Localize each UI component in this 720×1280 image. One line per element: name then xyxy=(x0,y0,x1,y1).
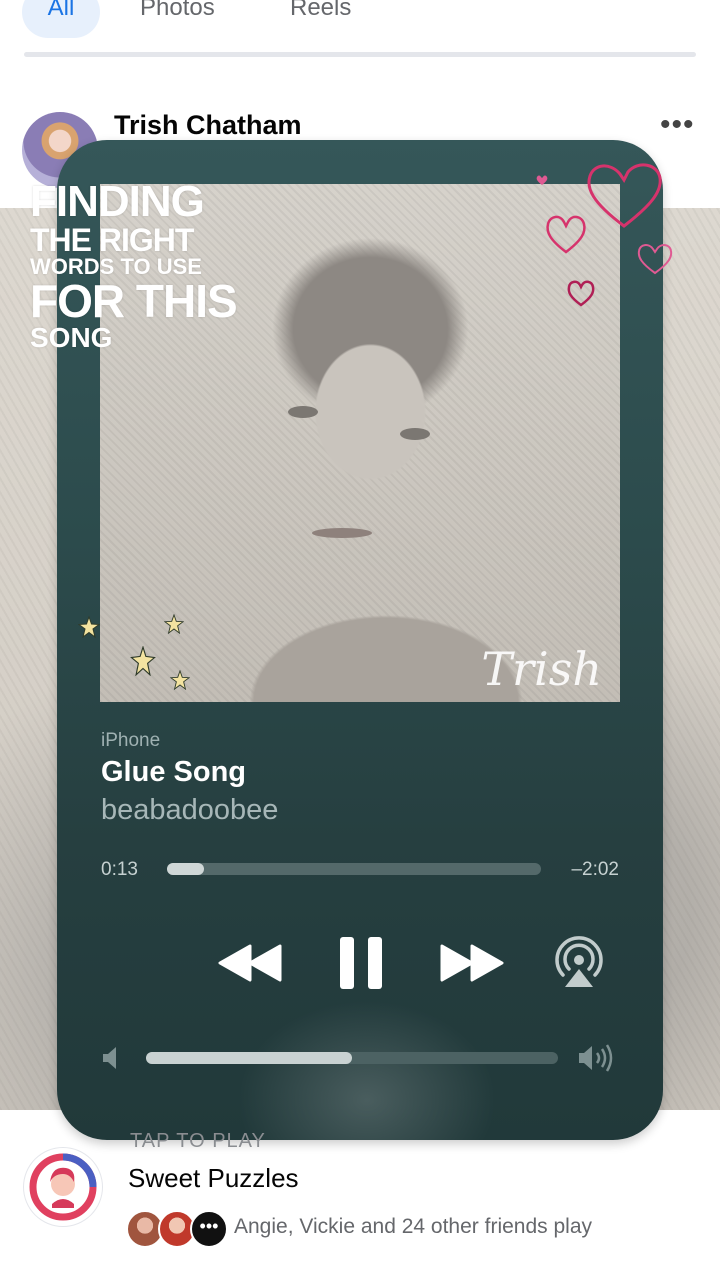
heart-icon xyxy=(567,280,595,307)
volume-slider[interactable] xyxy=(146,1052,558,1064)
artwork-eye xyxy=(288,406,318,418)
progress-bar[interactable] xyxy=(167,863,541,875)
friends-play-text: Angie, Vickie and 24 other friends play xyxy=(234,1215,593,1238)
elapsed-time: 0:13 xyxy=(101,859,138,880)
filter-tabs: All Photos Reels xyxy=(0,0,720,60)
artwork-eye xyxy=(400,428,430,440)
airplay-button[interactable] xyxy=(553,935,605,989)
volume-fill xyxy=(146,1052,352,1064)
star-icon xyxy=(164,614,184,634)
star-icon xyxy=(130,646,156,676)
tab-all[interactable]: All xyxy=(22,0,100,38)
tab-reels[interactable]: Reels xyxy=(290,0,351,38)
rewind-button[interactable] xyxy=(217,940,283,986)
airplay-icon xyxy=(555,936,603,987)
game-title[interactable]: Sweet Puzzles xyxy=(128,1163,299,1194)
tabs-divider xyxy=(24,52,696,57)
caption-line: FINDING xyxy=(30,177,205,226)
star-icon xyxy=(78,616,100,638)
game-logo[interactable] xyxy=(24,1148,102,1226)
tab-photos[interactable]: Photos xyxy=(140,0,215,38)
progress-fill xyxy=(167,863,205,875)
fast-forward-icon xyxy=(440,944,504,982)
caption-line: THE RIGHT xyxy=(30,222,194,258)
heart-icon xyxy=(536,175,548,185)
bottom-edge xyxy=(0,1266,720,1280)
heart-icon xyxy=(637,244,673,275)
overlay-caption: FINDING THE RIGHT WORDS TO USE FOR THIS … xyxy=(30,180,270,352)
volume-low-icon xyxy=(101,1045,123,1071)
rewind-icon xyxy=(218,944,282,982)
heart-icon xyxy=(587,163,662,228)
pause-icon xyxy=(340,937,382,989)
fast-forward-button[interactable] xyxy=(439,940,505,986)
caption-line: FOR THIS xyxy=(30,275,238,327)
more-icon[interactable]: ••• xyxy=(660,108,695,142)
artwork-mouth xyxy=(312,528,372,538)
post-author-name[interactable]: Trish Chatham xyxy=(114,110,302,141)
output-device-label: iPhone xyxy=(101,730,161,751)
caption-line: SONG xyxy=(30,322,113,353)
heart-icon xyxy=(546,215,586,254)
remaining-time: –2:02 xyxy=(571,859,619,880)
more-friends-icon: ••• xyxy=(190,1210,228,1248)
tap-to-play-label[interactable]: TAP TO PLAY xyxy=(130,1130,266,1153)
volume-high-icon xyxy=(577,1043,619,1073)
star-icon xyxy=(170,670,190,690)
card-glow xyxy=(237,1000,497,1140)
song-title: Glue Song xyxy=(101,756,246,788)
artwork-signature: Trish xyxy=(481,642,602,696)
artist-name: beabadoobee xyxy=(101,794,279,826)
pause-button[interactable] xyxy=(337,935,385,991)
